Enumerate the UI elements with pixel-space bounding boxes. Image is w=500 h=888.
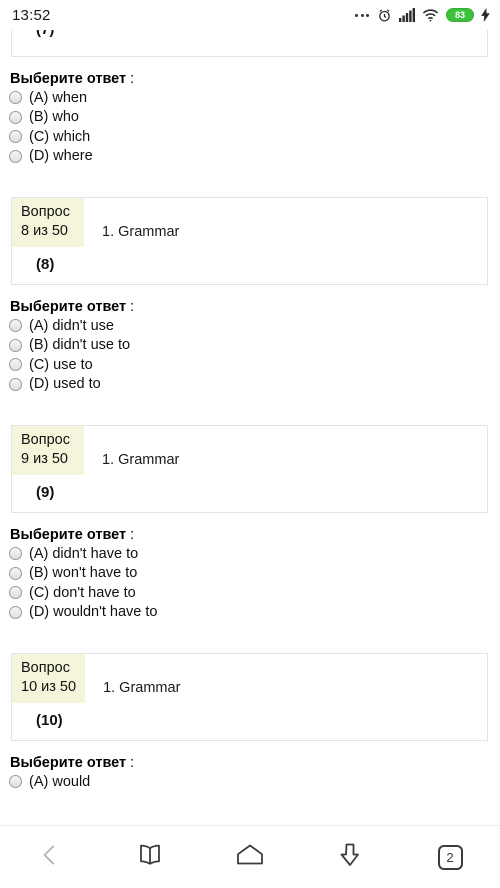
answer-option-label: (A) didn't use	[29, 317, 114, 334]
radio-button-icon[interactable]	[9, 605, 22, 619]
question-topic-label: 1. Grammar	[102, 452, 180, 468]
question-card-header: Вопрос 9 из 50 1. Grammar	[12, 426, 487, 475]
wifi-icon	[422, 8, 439, 22]
radio-button-icon[interactable]	[9, 91, 22, 105]
answer-option[interactable]: (B) who	[9, 108, 500, 128]
answer-option[interactable]: (D) used to	[9, 375, 500, 395]
signal-bars-icon	[399, 8, 415, 22]
radio-button-icon[interactable]	[9, 149, 22, 163]
tab-count-label: 2	[437, 844, 463, 870]
question-number-label: (7)	[12, 30, 54, 38]
radio-button-icon[interactable]	[9, 358, 22, 372]
question-number-label: (10)	[36, 712, 63, 729]
status-icon-group: 83	[355, 8, 490, 23]
answer-option[interactable]: (B) won't have to	[9, 564, 500, 584]
answers-heading-text: Выберите ответ	[10, 527, 127, 543]
answer-option-label: (C) which	[29, 128, 91, 145]
question-topic-label: 1. Grammar	[103, 680, 181, 696]
answers-heading-colon: :	[126, 527, 135, 543]
radio-button-icon[interactable]	[9, 566, 22, 580]
question-card-cut-off: (7)	[11, 30, 488, 57]
tab-switcher-button[interactable]: 2	[419, 833, 481, 881]
answer-option-label: (B) won't have to	[29, 565, 138, 582]
answer-option[interactable]: (D) wouldn't have to	[9, 603, 500, 623]
download-arrow-icon	[336, 841, 364, 874]
answer-option[interactable]: (D) where	[9, 147, 500, 167]
answer-option-label: (D) used to	[29, 376, 101, 393]
answers-heading: Выберите ответ :	[10, 527, 500, 543]
answers-heading-text: Выберите ответ	[10, 299, 127, 315]
radio-button-icon[interactable]	[9, 130, 22, 144]
question-counter-badge: Вопрос 9 из 50	[12, 426, 84, 475]
radio-button-icon[interactable]	[9, 586, 22, 600]
answer-option[interactable]: (B) didn't use to	[9, 336, 500, 356]
answer-option[interactable]: (A) didn't have to	[9, 544, 500, 564]
battery-indicator: 83	[446, 8, 474, 22]
home-button[interactable]	[219, 833, 281, 881]
question-card: Вопрос 9 из 50 1. Grammar (9)	[11, 425, 488, 513]
radio-button-icon[interactable]	[9, 110, 22, 124]
home-icon	[235, 842, 265, 873]
answers-heading-colon: :	[126, 71, 135, 87]
chevron-left-icon	[37, 842, 63, 873]
radio-button-icon[interactable]	[9, 338, 22, 352]
answer-group-7: Выберите ответ : (A) when (B) who (C) wh…	[0, 57, 500, 166]
answer-group-9: Выберите ответ : (A) didn't have to (B) …	[0, 513, 500, 622]
answers-heading-colon: :	[126, 299, 135, 315]
answer-option[interactable]: (A) would	[9, 772, 500, 792]
quiz-scroll-area[interactable]: (7) Выберите ответ : (A) when (B) who (C…	[0, 30, 500, 825]
browser-navigation-bar: 2	[0, 825, 500, 888]
question-topic-label: 1. Grammar	[102, 224, 180, 240]
answer-option[interactable]: (C) which	[9, 127, 500, 147]
answer-option-label: (B) didn't use to	[29, 337, 131, 354]
question-counter-badge: Вопрос 8 из 50	[12, 198, 84, 247]
answer-option-label: (D) where	[29, 148, 93, 165]
status-bar: 13:52 83	[0, 0, 500, 30]
charging-bolt-icon	[481, 8, 490, 22]
phone-screen: 13:52 83 Выберите ответ: (A) when (B) w…	[0, 0, 500, 888]
back-button[interactable]	[19, 833, 81, 881]
radio-button-icon[interactable]	[9, 377, 22, 391]
question-counter-badge: Вопрос 10 из 50	[12, 654, 86, 703]
question-number-label: (8)	[36, 256, 55, 273]
more-dots-icon	[355, 13, 369, 17]
question-card-header: Вопрос 8 из 50 1. Grammar	[12, 198, 487, 247]
question-number-label: (9)	[36, 484, 55, 501]
answer-group-8: Выберите ответ : (A) didn't use (B) didn…	[0, 285, 500, 394]
alarm-clock-icon	[377, 8, 392, 23]
answers-heading-colon: :	[126, 755, 135, 771]
answers-heading: Выберите ответ :	[10, 299, 500, 315]
answer-option-label: (C) don't have to	[29, 584, 136, 601]
question-card: Вопрос 8 из 50 1. Grammar (8)	[11, 197, 488, 285]
answer-option-label: (D) wouldn't have to	[29, 604, 158, 621]
answers-heading-text: Выберите ответ	[10, 755, 127, 771]
answer-option[interactable]: (A) when	[9, 88, 500, 108]
book-icon	[136, 842, 164, 873]
question-card-header: Вопрос 10 из 50 1. Grammar	[12, 654, 487, 703]
answer-option-label: (B) who	[29, 109, 79, 126]
answer-option-label: (A) would	[29, 773, 91, 790]
answers-heading: Выберите ответ :	[10, 755, 500, 771]
answer-option-label: (A) when	[29, 89, 88, 106]
answer-option-label: (C) use to	[29, 356, 93, 373]
status-clock: 13:52	[12, 6, 51, 24]
answer-option[interactable]: (C) don't have to	[9, 583, 500, 603]
answers-heading-text: Выберите ответ	[10, 71, 127, 87]
radio-button-icon[interactable]	[9, 547, 22, 561]
question-card: Вопрос 10 из 50 1. Grammar (10)	[11, 653, 488, 741]
radio-button-icon[interactable]	[9, 319, 22, 333]
downloads-button[interactable]	[319, 833, 381, 881]
answer-option-label: (A) didn't have to	[29, 545, 139, 562]
bookmarks-button[interactable]	[119, 833, 181, 881]
radio-button-icon[interactable]	[9, 775, 22, 789]
answers-heading: Выберите ответ :	[10, 71, 500, 87]
answer-option[interactable]: (A) didn't use	[9, 316, 500, 336]
answer-option[interactable]: (C) use to	[9, 355, 500, 375]
answer-group-10: Выберите ответ : (A) would	[0, 741, 500, 792]
